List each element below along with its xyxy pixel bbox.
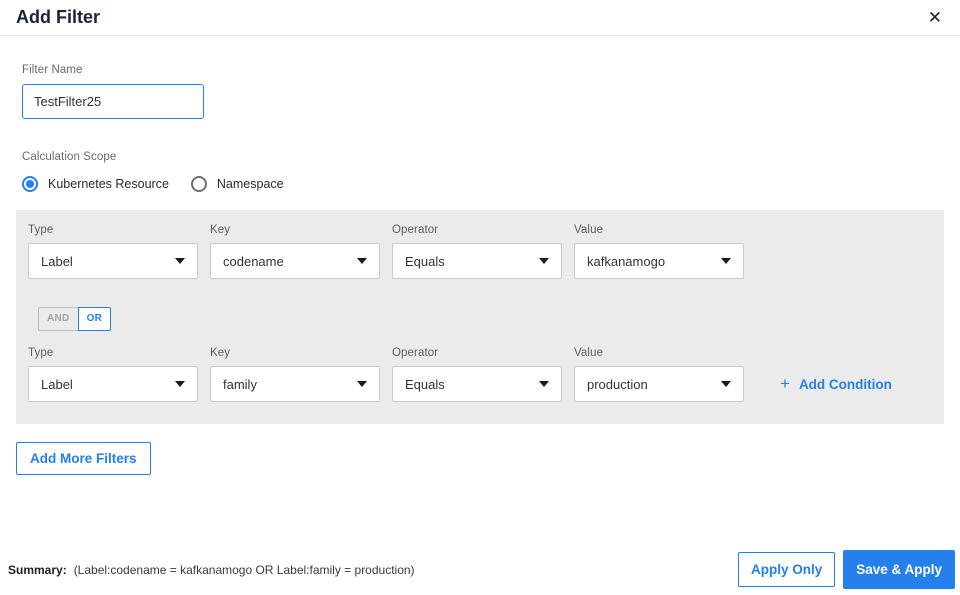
key-dropdown-value: codename xyxy=(223,253,284,269)
chevron-down-icon xyxy=(357,258,367,264)
calculation-scope-block: Calculation Scope Kubernetes Resource Na… xyxy=(22,151,944,192)
chevron-down-icon xyxy=(539,381,549,387)
operator-dropdown[interactable]: Equals xyxy=(392,243,562,279)
chevron-down-icon xyxy=(539,258,549,264)
type-dropdown[interactable]: Label xyxy=(28,366,198,402)
calculation-scope-label: Calculation Scope xyxy=(22,151,117,163)
condition-key-group: Key codename xyxy=(210,224,380,279)
condition-row-1: Type Label Key codename Operator Equals xyxy=(28,224,932,279)
condition-row-2: Type Label Key family Operator Equals Va… xyxy=(28,347,932,402)
type-dropdown[interactable]: Label xyxy=(28,243,198,279)
condition-key-group: Key family xyxy=(210,347,380,402)
value-dropdown[interactable]: kafkanamogo xyxy=(574,243,744,279)
key-dropdown[interactable]: codename xyxy=(210,243,380,279)
apply-only-button[interactable]: Apply Only xyxy=(737,552,836,587)
radio-label: Namespace xyxy=(216,177,284,191)
value-column-label: Value xyxy=(574,347,604,359)
key-dropdown[interactable]: family xyxy=(210,366,380,402)
summary-value: (Label:codename = kafkanamogo OR Label:f… xyxy=(73,562,415,577)
type-column-label: Type xyxy=(28,347,54,359)
calculation-scope-options: Kubernetes Resource Namespace xyxy=(22,176,944,192)
save-and-apply-button[interactable]: Save & Apply xyxy=(843,550,955,589)
key-dropdown-value: family xyxy=(223,376,257,392)
value-dropdown-value: production xyxy=(587,376,648,392)
value-column-label: Value xyxy=(574,224,604,236)
radio-kubernetes-resource[interactable]: Kubernetes Resource xyxy=(22,176,169,192)
add-more-filters-button[interactable]: Add More Filters xyxy=(16,442,151,475)
operator-dropdown-value: Equals xyxy=(405,376,445,392)
filter-name-input[interactable] xyxy=(22,84,204,119)
type-column-label: Type xyxy=(28,224,54,236)
dialog-header: Add Filter ✕ xyxy=(0,0,960,36)
add-condition-label: Add Condition xyxy=(798,376,892,392)
dialog-footer: Summary: (Label:codename = kafkanamogo O… xyxy=(0,550,960,589)
chevron-down-icon xyxy=(721,258,731,264)
and-toggle-button[interactable]: AND xyxy=(38,307,79,331)
add-condition-button[interactable]: + Add Condition xyxy=(780,366,892,402)
chevron-down-icon xyxy=(175,381,185,387)
page-title: Add Filter xyxy=(16,7,100,27)
radio-namespace[interactable]: Namespace xyxy=(190,176,284,192)
radio-selected-icon xyxy=(22,176,38,192)
operator-dropdown-value: Equals xyxy=(405,253,445,269)
conditions-panel: Type Label Key codename Operator Equals xyxy=(16,210,944,424)
type-dropdown-value: Label xyxy=(41,253,73,269)
radio-label: Kubernetes Resource xyxy=(48,177,169,191)
plus-icon: + xyxy=(780,374,790,393)
chevron-down-icon xyxy=(357,381,367,387)
condition-type-group: Type Label xyxy=(28,224,198,279)
condition-value-group: Value kafkanamogo xyxy=(574,224,744,279)
dialog-body: Filter Name Calculation Scope Kubernetes… xyxy=(0,64,960,475)
condition-operator-group: Operator Equals xyxy=(392,224,562,279)
chevron-down-icon xyxy=(175,258,185,264)
operator-column-label: Operator xyxy=(392,347,439,359)
value-dropdown[interactable]: production xyxy=(574,366,744,402)
condition-operator-group: Operator Equals xyxy=(392,347,562,402)
chevron-down-icon xyxy=(721,381,731,387)
filter-name-label: Filter Name xyxy=(22,64,83,76)
radio-unselected-icon xyxy=(190,176,207,192)
operator-column-label: Operator xyxy=(392,224,439,236)
key-column-label: Key xyxy=(210,347,231,359)
filter-name-block: Filter Name xyxy=(22,64,944,119)
footer-buttons: Apply Only Save & Apply xyxy=(737,550,955,589)
key-column-label: Key xyxy=(210,224,231,236)
type-dropdown-value: Label xyxy=(41,376,73,392)
summary-label: Summary: xyxy=(8,562,67,577)
operator-dropdown[interactable]: Equals xyxy=(392,366,562,402)
close-icon[interactable]: ✕ xyxy=(926,7,944,28)
condition-type-group: Type Label xyxy=(28,347,198,402)
logic-toggle: AND OR xyxy=(38,307,112,331)
or-toggle-button[interactable]: OR xyxy=(77,307,112,331)
value-dropdown-value: kafkanamogo xyxy=(587,253,666,269)
condition-value-group: Value production xyxy=(574,347,744,402)
summary: Summary: (Label:codename = kafkanamogo O… xyxy=(8,563,415,577)
